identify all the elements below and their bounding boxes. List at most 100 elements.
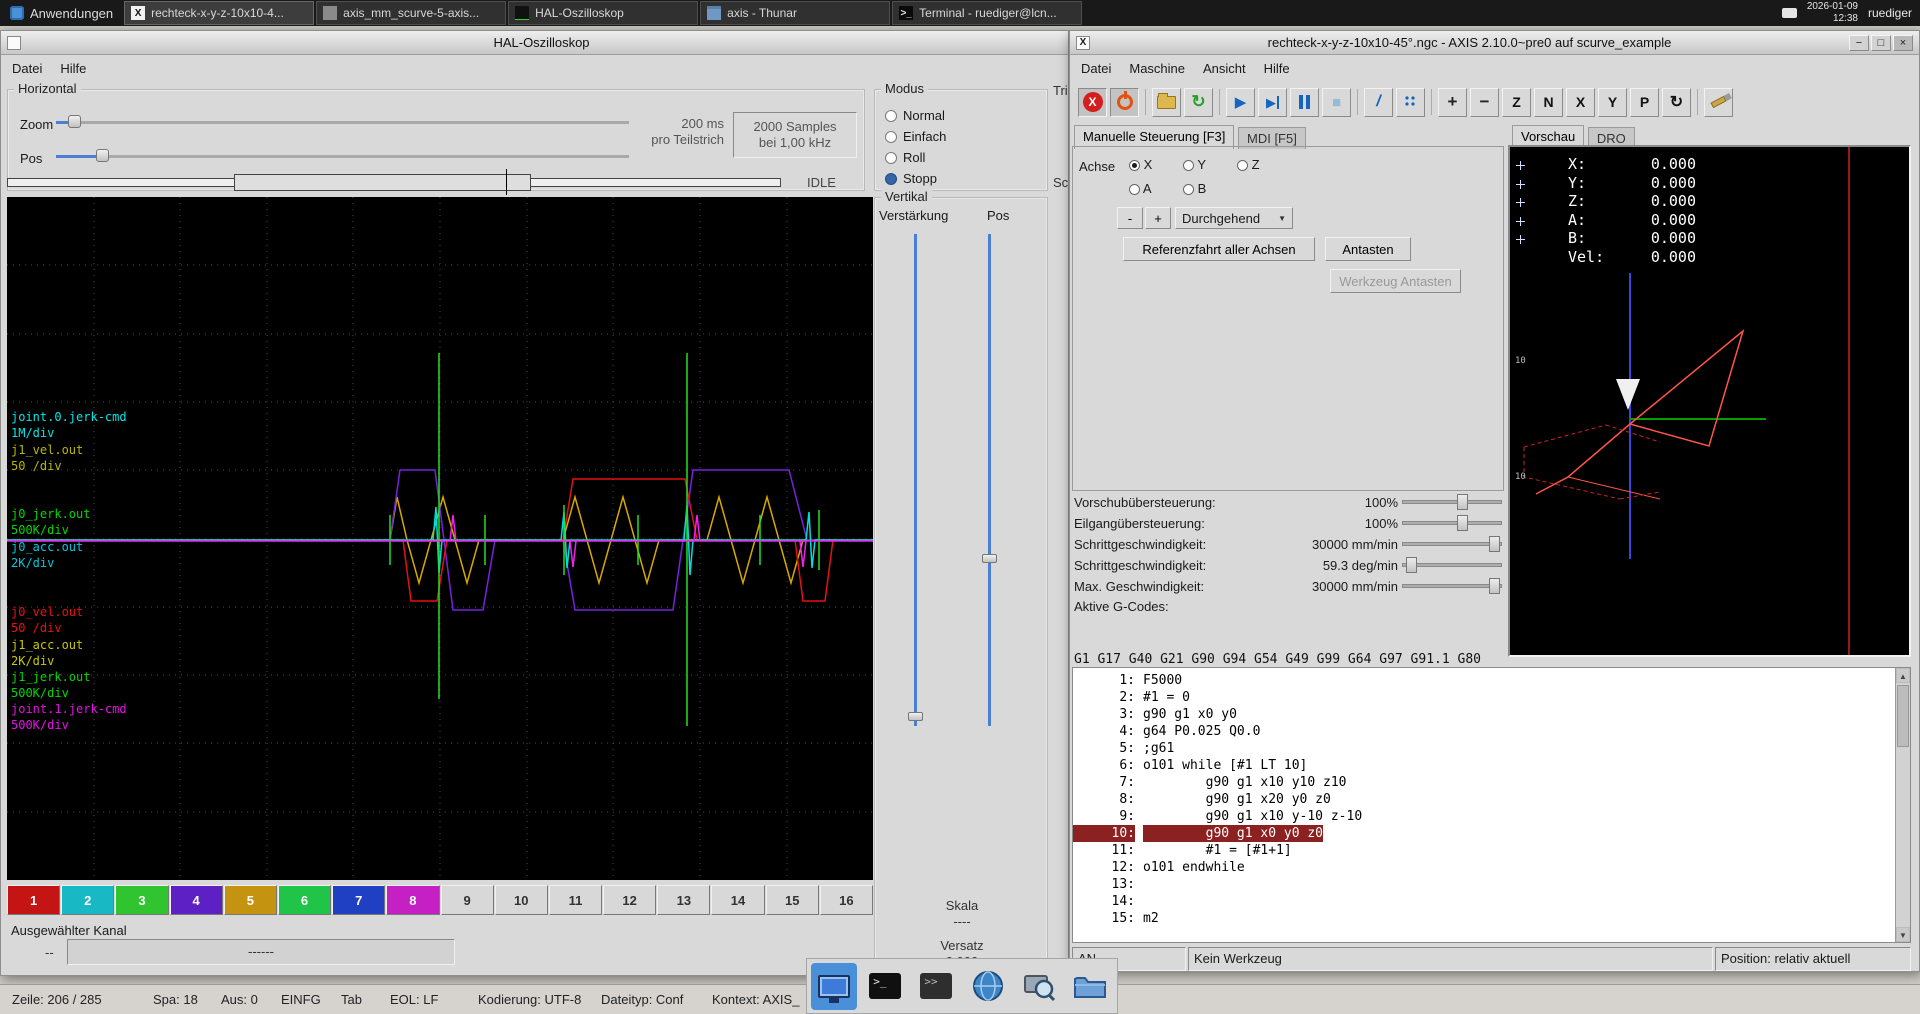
zoom-in-button[interactable]: + bbox=[1438, 88, 1467, 117]
minimize-button[interactable]: − bbox=[1849, 35, 1869, 51]
menu-maschine[interactable]: Maschine bbox=[1120, 57, 1194, 80]
feed-override-slider[interactable] bbox=[1402, 494, 1502, 510]
channel-button-7[interactable]: 7 bbox=[332, 885, 385, 915]
dock-item-screenshot[interactable] bbox=[1016, 963, 1062, 1010]
jog-minus-button[interactable]: - bbox=[1117, 207, 1143, 229]
channel-button-16[interactable]: 16 bbox=[820, 885, 873, 915]
halscope-titlebar[interactable]: HAL-Oszilloskop bbox=[1, 31, 1068, 55]
dock-item-browser[interactable] bbox=[965, 963, 1011, 1010]
channel-button-1[interactable]: 1 bbox=[7, 885, 60, 915]
rapid-override-slider[interactable] bbox=[1402, 515, 1502, 531]
mode-normal[interactable]: Normal bbox=[885, 108, 945, 123]
stop-button[interactable]: ■ bbox=[1322, 88, 1351, 117]
mode-stopp[interactable]: Stopp bbox=[885, 171, 937, 186]
close-button[interactable]: × bbox=[1893, 35, 1913, 51]
trigger-position-marker[interactable] bbox=[506, 169, 507, 195]
gcode-line[interactable]: 5:;g61 bbox=[1073, 740, 1910, 757]
reload-button[interactable]: ↻ bbox=[1184, 88, 1213, 117]
taskbar-item-halscope[interactable]: HAL-Oszilloskop bbox=[508, 1, 698, 25]
gcode-line[interactable]: 7: g90 g1 x10 y10 z10 bbox=[1073, 774, 1910, 791]
menu-datei[interactable]: Datei bbox=[3, 57, 51, 80]
axis-radio-b[interactable]: B bbox=[1183, 181, 1206, 196]
gcode-line-active[interactable]: 10: g90 g1 x0 y0 z0 bbox=[1073, 825, 1910, 842]
max-velocity-slider[interactable] bbox=[1402, 578, 1502, 594]
gcode-line[interactable]: 1:F5000 bbox=[1073, 672, 1910, 689]
gcode-line[interactable]: 15:m2 bbox=[1073, 910, 1910, 927]
touch-off-button[interactable]: Antasten bbox=[1325, 237, 1411, 261]
taskbar-item-axis-file[interactable]: X rechteck-x-y-z-10x10-4... bbox=[124, 1, 314, 25]
machine-power-button[interactable] bbox=[1110, 88, 1139, 117]
channel-button-10[interactable]: 10 bbox=[495, 885, 548, 915]
axis-radio-z[interactable]: Z bbox=[1237, 157, 1260, 172]
preview-3d-area[interactable]: 10 10 X:0.000 Y:0.000 Z:0.000 A:0.000 B:… bbox=[1508, 145, 1911, 657]
maximize-button[interactable]: □ bbox=[1871, 35, 1891, 51]
gcode-line[interactable]: 4:g64 P0.025 Q0.0 bbox=[1073, 723, 1910, 740]
menu-datei[interactable]: Datei bbox=[1072, 57, 1120, 80]
menu-hilfe[interactable]: Hilfe bbox=[51, 57, 95, 80]
zoom-out-button[interactable]: − bbox=[1470, 88, 1499, 117]
gcode-line[interactable]: 6:o101 while [#1 LT 10] bbox=[1073, 757, 1910, 774]
mode-einfach[interactable]: Einfach bbox=[885, 129, 946, 144]
dock-item-terminal[interactable]: >_ bbox=[862, 963, 908, 1010]
step-button[interactable]: ▶ bbox=[1258, 88, 1287, 117]
optional-stop-button[interactable] bbox=[1396, 88, 1425, 117]
mode-roll[interactable]: Roll bbox=[885, 150, 925, 165]
taskbar-item-thunar[interactable]: axis - Thunar bbox=[700, 1, 890, 25]
hpos-slider[interactable] bbox=[56, 149, 629, 163]
dock-item-desktop[interactable] bbox=[811, 963, 857, 1010]
channel-button-9[interactable]: 9 bbox=[441, 885, 494, 915]
jog-speed-slider[interactable] bbox=[1402, 536, 1502, 552]
channel-button-4[interactable]: 4 bbox=[170, 885, 223, 915]
hpos-slider-knob[interactable] bbox=[96, 149, 109, 162]
channel-button-14[interactable]: 14 bbox=[711, 885, 764, 915]
channel-button-13[interactable]: 13 bbox=[657, 885, 710, 915]
view-z-button[interactable]: Z bbox=[1502, 88, 1531, 117]
record-window-segment[interactable] bbox=[234, 174, 531, 191]
channel-button-5[interactable]: 5 bbox=[224, 885, 277, 915]
channel-button-11[interactable]: 11 bbox=[549, 885, 602, 915]
gcode-line[interactable]: 12:o101 endwhile bbox=[1073, 859, 1910, 876]
applications-menu[interactable]: Anwendungen bbox=[0, 0, 123, 26]
clock[interactable]: 2026-01-09 12:38 bbox=[1807, 1, 1858, 25]
angular-jog-speed-slider[interactable] bbox=[1402, 557, 1502, 573]
estop-button[interactable]: X bbox=[1078, 88, 1107, 117]
dock-item-console[interactable]: >> bbox=[913, 963, 959, 1010]
taskbar-item-terminal[interactable]: >_ Terminal - ruediger@lcn... bbox=[892, 1, 1082, 25]
view-x-button[interactable]: X bbox=[1566, 88, 1595, 117]
run-button[interactable]: ▶ bbox=[1226, 88, 1255, 117]
zoom-slider-knob[interactable] bbox=[68, 115, 81, 128]
channel-button-6[interactable]: 6 bbox=[278, 885, 331, 915]
gcode-line[interactable]: 8: g90 g1 x20 y0 z0 bbox=[1073, 791, 1910, 808]
scroll-down-icon[interactable]: ▼ bbox=[1896, 927, 1910, 942]
gcode-line[interactable]: 11: #1 = [#1+1] bbox=[1073, 842, 1910, 859]
jog-plus-button[interactable]: + bbox=[1145, 207, 1171, 229]
view-p-button[interactable]: P bbox=[1630, 88, 1659, 117]
gcode-listing[interactable]: 1:F5000 2:#1 = 0 3:g90 g1 x0 y0 4:g64 P0… bbox=[1072, 667, 1911, 943]
pause-button[interactable] bbox=[1290, 88, 1319, 117]
gain-slider[interactable] bbox=[914, 234, 917, 726]
scroll-up-icon[interactable]: ▲ bbox=[1896, 668, 1910, 683]
gcode-line[interactable]: 3:g90 g1 x0 y0 bbox=[1073, 706, 1910, 723]
clear-plot-button[interactable] bbox=[1704, 88, 1733, 117]
channel-button-12[interactable]: 12 bbox=[603, 885, 656, 915]
scrollbar-thumb[interactable] bbox=[1897, 685, 1909, 747]
rotate-view-button[interactable]: ↻ bbox=[1662, 88, 1691, 117]
view-y-button[interactable]: Y bbox=[1598, 88, 1627, 117]
axis-radio-a[interactable]: A bbox=[1129, 181, 1152, 196]
vpos-slider-knob[interactable] bbox=[982, 554, 997, 563]
tool-touch-off-button[interactable]: Werkzeug Antasten bbox=[1330, 269, 1461, 293]
gcode-line[interactable]: 13: bbox=[1073, 876, 1910, 893]
zoom-slider[interactable] bbox=[56, 115, 629, 129]
open-file-button[interactable] bbox=[1152, 88, 1181, 117]
gcode-line[interactable]: 2:#1 = 0 bbox=[1073, 689, 1910, 706]
channel-button-15[interactable]: 15 bbox=[766, 885, 819, 915]
axis-titlebar[interactable]: X rechteck-x-y-z-10x10-45°.ngc - AXIS 2.… bbox=[1070, 31, 1919, 55]
listing-scrollbar[interactable]: ▲ ▼ bbox=[1895, 668, 1910, 942]
home-all-button[interactable]: Referenzfahrt aller Achsen bbox=[1123, 237, 1315, 261]
user-menu[interactable]: ruediger bbox=[1868, 6, 1912, 20]
gcode-line[interactable]: 9: g90 g1 x10 y-10 z-10 bbox=[1073, 808, 1910, 825]
gain-slider-knob[interactable] bbox=[908, 712, 923, 721]
menu-ansicht[interactable]: Ansicht bbox=[1194, 57, 1255, 80]
vpos-slider[interactable] bbox=[988, 234, 991, 726]
jog-mode-dropdown[interactable]: Durchgehend ▼ bbox=[1175, 207, 1293, 229]
